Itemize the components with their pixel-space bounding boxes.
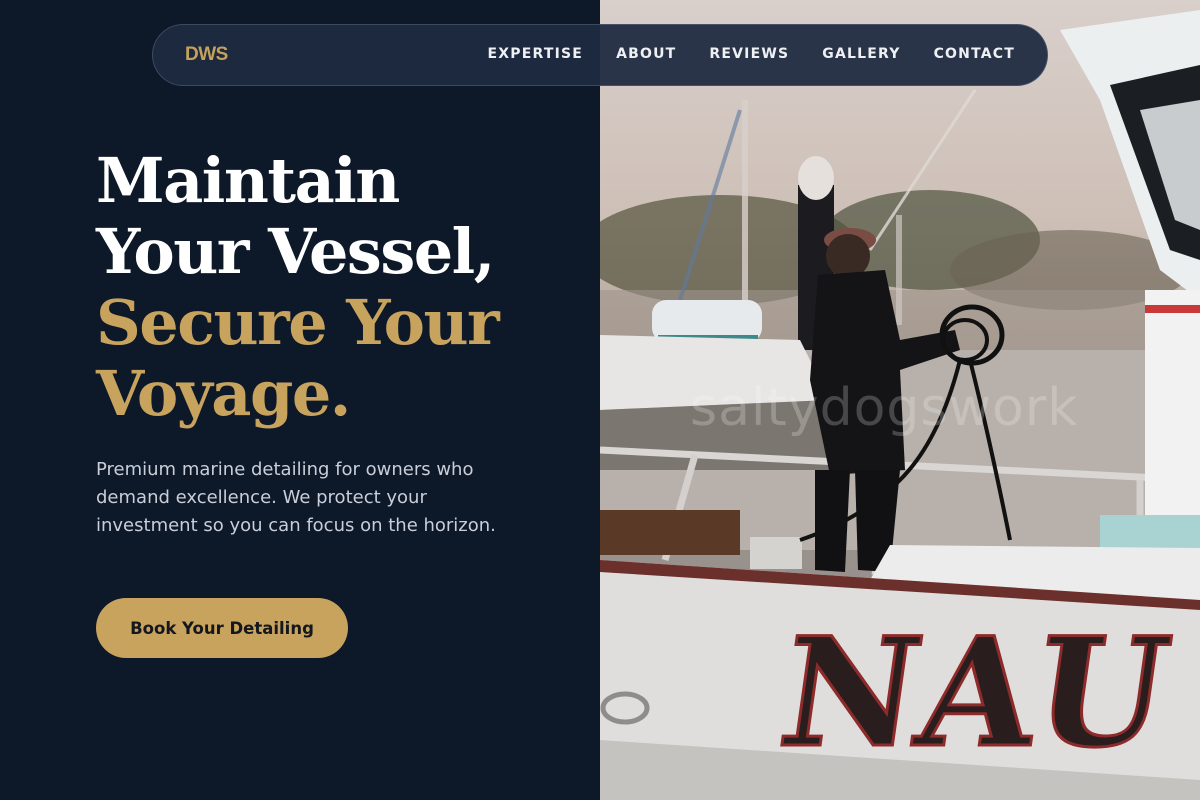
hero-description: Premium marine detailing for owners who … bbox=[96, 459, 496, 536]
top-navbar: DWS EXPERTISE ABOUT REVIEWS GALLERY CONT… bbox=[152, 24, 1048, 86]
headline-line-2: Your Vessel, bbox=[96, 215, 495, 288]
watermark-text: saltydogswork bbox=[690, 378, 1079, 438]
nav-link-expertise[interactable]: EXPERTISE bbox=[488, 46, 584, 62]
nav-link-gallery[interactable]: GALLERY bbox=[822, 46, 900, 62]
nav-link-contact[interactable]: CONTACT bbox=[934, 46, 1015, 62]
hull-lettering: NAU bbox=[770, 604, 1179, 781]
hero-photo: NAU saltydogswork bbox=[600, 0, 1200, 800]
nav-links: EXPERTISE ABOUT REVIEWS GALLERY CONTACT bbox=[488, 46, 1015, 62]
headline-line-1: Maintain bbox=[96, 144, 400, 217]
nav-link-about[interactable]: ABOUT bbox=[616, 46, 676, 62]
book-detailing-button[interactable]: Book Your Detailing bbox=[96, 598, 348, 658]
nav-link-reviews[interactable]: REVIEWS bbox=[709, 46, 789, 62]
hero-headline: Maintain Your Vessel, Secure Your Voyage… bbox=[96, 145, 576, 429]
headline-line-4: Voyage. bbox=[96, 357, 351, 430]
logo[interactable]: DWS bbox=[185, 44, 228, 66]
headline-line-3: Secure Your bbox=[96, 286, 500, 359]
